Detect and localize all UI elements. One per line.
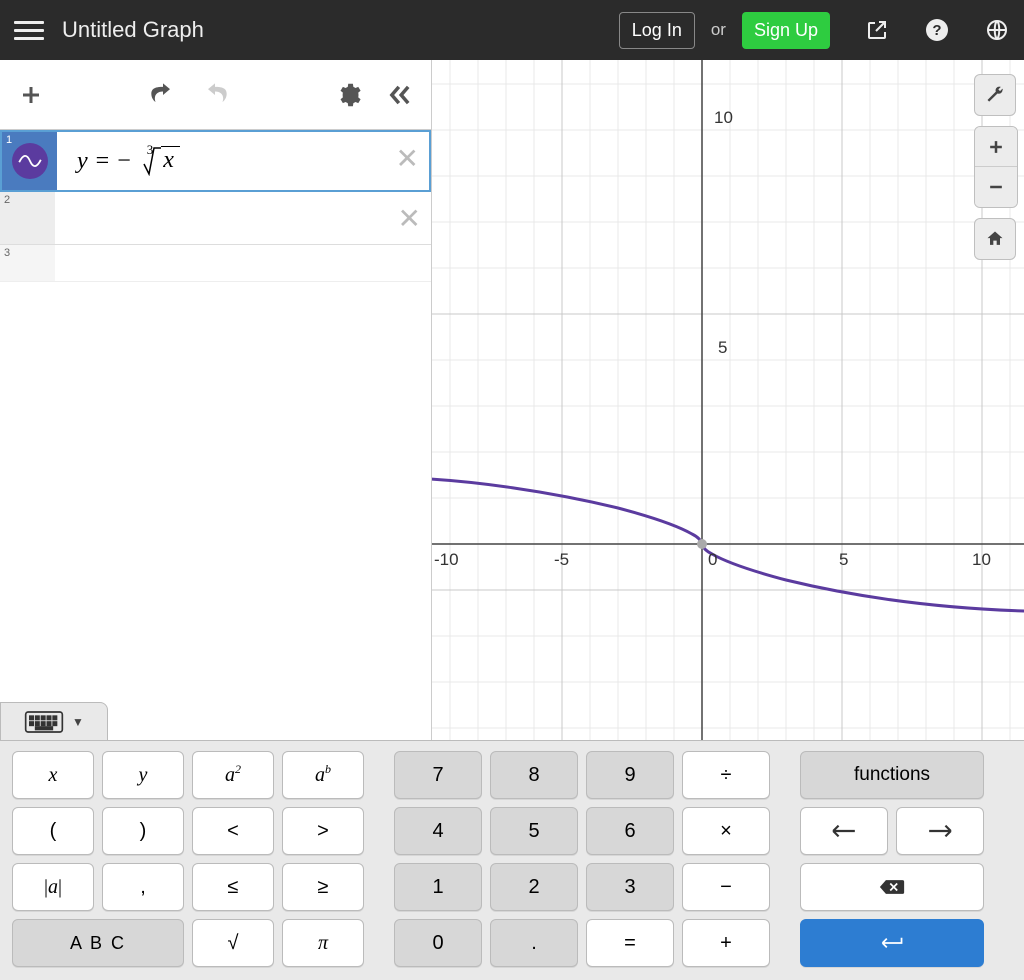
key-left-paren[interactable]: (	[12, 807, 94, 855]
graph-title[interactable]: Untitled Graph	[62, 17, 204, 43]
settings-icon[interactable]	[327, 74, 369, 116]
key-minus[interactable]: −	[682, 863, 770, 911]
key-functions[interactable]: functions	[800, 751, 984, 799]
zoom-out-button[interactable]	[975, 167, 1017, 207]
help-icon[interactable]: ?	[924, 17, 950, 43]
key-8[interactable]: 8	[490, 751, 578, 799]
key-greater-than[interactable]: >	[282, 807, 364, 855]
x-tick-label: 10	[972, 550, 991, 570]
x-tick-label: -10	[434, 550, 459, 570]
key-7[interactable]: 7	[394, 751, 482, 799]
expression-toolbar	[0, 60, 431, 130]
key-x[interactable]: x	[12, 751, 94, 799]
expression-index: 1	[6, 134, 12, 146]
expression-index: 3	[4, 247, 10, 259]
x-tick-label: -5	[554, 550, 569, 570]
globe-icon[interactable]	[984, 17, 1010, 43]
key-less-equal[interactable]: ≤	[192, 863, 274, 911]
key-equals[interactable]: =	[586, 919, 674, 967]
y-tick-label: 10	[714, 108, 733, 128]
share-icon[interactable]	[864, 17, 890, 43]
svg-text:?: ?	[932, 22, 941, 39]
redo-button[interactable]	[194, 74, 236, 116]
key-4[interactable]: 4	[394, 807, 482, 855]
key-3[interactable]: 3	[586, 863, 674, 911]
expression-input[interactable]	[55, 192, 431, 244]
expression-input[interactable]: y = − 3 x	[57, 132, 429, 190]
key-pi[interactable]: π	[282, 919, 364, 967]
delete-expression-button[interactable]: ✕	[398, 202, 421, 235]
x-tick-label: 5	[839, 550, 848, 570]
delete-expression-button[interactable]: ✕	[396, 142, 419, 175]
home-icon[interactable]	[974, 218, 1016, 260]
key-right-paren[interactable]: )	[102, 807, 184, 855]
expression-color-icon[interactable]	[12, 143, 48, 179]
key-dot[interactable]: .	[490, 919, 578, 967]
expression-index: 2	[4, 194, 10, 206]
key-0[interactable]: 0	[394, 919, 482, 967]
zoom-in-button[interactable]	[975, 127, 1017, 167]
key-enter[interactable]	[800, 919, 984, 967]
key-plus[interactable]: +	[682, 919, 770, 967]
key-abs[interactable]: |xa|	[12, 863, 94, 911]
collapse-panel-icon[interactable]	[379, 74, 421, 116]
key-a-squared[interactable]: a2	[192, 751, 274, 799]
key-backspace[interactable]	[800, 863, 984, 911]
expression-row-1[interactable]: 1 y = − 3 x	[0, 130, 431, 192]
chevron-down-icon: ▼	[72, 715, 84, 729]
wrench-icon[interactable]	[974, 74, 1016, 116]
key-multiply[interactable]: ×	[682, 807, 770, 855]
login-button[interactable]: Log In	[619, 12, 695, 49]
key-abc[interactable]: A B C	[12, 919, 184, 967]
key-6[interactable]: 6	[586, 807, 674, 855]
undo-button[interactable]	[142, 74, 184, 116]
on-screen-keypad: x y a2 ab ( ) < > |xa| , ≤ ≥ A B C √ π 7…	[0, 740, 1024, 980]
app-header: Untitled Graph Log In or Sign Up ?	[0, 0, 1024, 60]
keyboard-toggle[interactable]: ▼	[0, 702, 108, 740]
key-less-than[interactable]: <	[192, 807, 274, 855]
y-tick-label: 5	[718, 338, 727, 358]
key-2[interactable]: 2	[490, 863, 578, 911]
key-9[interactable]: 9	[586, 751, 674, 799]
key-arrow-left[interactable]	[800, 807, 888, 855]
graph-canvas[interactable]: 10 5 -10 -5 0 5 10	[432, 60, 1024, 740]
expression-row-2[interactable]: 2 ✕	[0, 192, 431, 245]
key-5[interactable]: 5	[490, 807, 578, 855]
menu-icon[interactable]	[14, 15, 44, 45]
add-expression-button[interactable]	[10, 74, 52, 116]
expression-input[interactable]	[55, 245, 431, 281]
graph-controls	[974, 74, 1018, 260]
key-y[interactable]: y	[102, 751, 184, 799]
key-1[interactable]: 1	[394, 863, 482, 911]
graph-svg	[432, 60, 1024, 740]
x-tick-label: 0	[708, 550, 717, 570]
or-text: or	[711, 20, 726, 40]
key-sqrt[interactable]: √	[192, 919, 274, 967]
key-a-power-b[interactable]: ab	[282, 751, 364, 799]
expression-row-3[interactable]: 3	[0, 245, 431, 282]
expression-panel: 1 y = − 3 x	[0, 60, 432, 740]
key-comma[interactable]: ,	[102, 863, 184, 911]
signup-button[interactable]: Sign Up	[742, 12, 830, 49]
key-greater-equal[interactable]: ≥	[282, 863, 364, 911]
key-divide[interactable]: ÷	[682, 751, 770, 799]
key-arrow-right[interactable]	[896, 807, 984, 855]
